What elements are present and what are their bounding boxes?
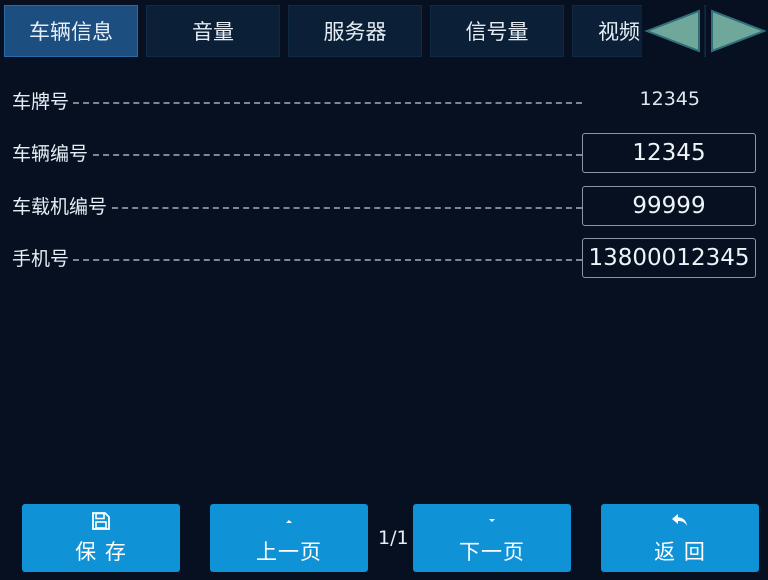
prev-page-button[interactable]: 上一页 — [210, 504, 368, 572]
phone-number-input[interactable]: 13800012345 — [582, 238, 756, 278]
field-row-phone: 手机号 13800012345 — [0, 238, 768, 278]
save-label: 保 存 — [75, 540, 127, 564]
prev-tab-button[interactable] — [642, 5, 704, 57]
leader-line — [73, 259, 582, 261]
next-tab-button[interactable] — [707, 5, 768, 57]
field-label-phone: 手机号 — [12, 248, 70, 270]
next-page-button[interactable]: 下一页 — [413, 504, 571, 572]
terminal-number-input[interactable]: 99999 — [582, 186, 756, 226]
triangle-right-icon — [711, 9, 767, 53]
save-button[interactable]: 保 存 — [22, 504, 180, 572]
caret-up-icon — [284, 510, 294, 532]
floppy-disk-icon — [91, 510, 111, 532]
tab-volume[interactable]: 音量 — [146, 5, 280, 57]
tab-vehicle-info[interactable]: 车辆信息 — [4, 5, 138, 57]
tab-server[interactable]: 服务器 — [288, 5, 422, 57]
back-label: 返 回 — [654, 540, 706, 564]
plate-number-value: 12345 — [639, 88, 700, 110]
next-page-label: 下一页 — [459, 540, 525, 564]
leader-line — [93, 154, 582, 156]
vehicle-number-input[interactable]: 12345 — [582, 133, 756, 173]
field-label-vehicle-number: 车辆编号 — [12, 143, 89, 165]
caret-down-icon — [487, 510, 497, 532]
tab-bar: 车辆信息 音量 服务器 信号量 视频 — [0, 0, 768, 60]
field-row-plate: 车牌号 12345 — [0, 81, 768, 121]
field-row-vehicle-number: 车辆编号 12345 — [0, 133, 768, 173]
leader-line — [112, 207, 582, 209]
undo-arrow-icon — [670, 510, 690, 532]
back-button[interactable]: 返 回 — [601, 504, 759, 572]
leader-line — [73, 102, 582, 104]
field-label-terminal-number: 车载机编号 — [12, 196, 108, 218]
field-label-plate: 车牌号 — [12, 91, 70, 113]
field-row-terminal-number: 车载机编号 99999 — [0, 186, 768, 226]
prev-page-label: 上一页 — [256, 540, 322, 564]
tab-signal[interactable]: 信号量 — [430, 5, 564, 57]
triangle-left-icon — [644, 9, 700, 53]
page-indicator: 1/1 — [378, 527, 409, 549]
